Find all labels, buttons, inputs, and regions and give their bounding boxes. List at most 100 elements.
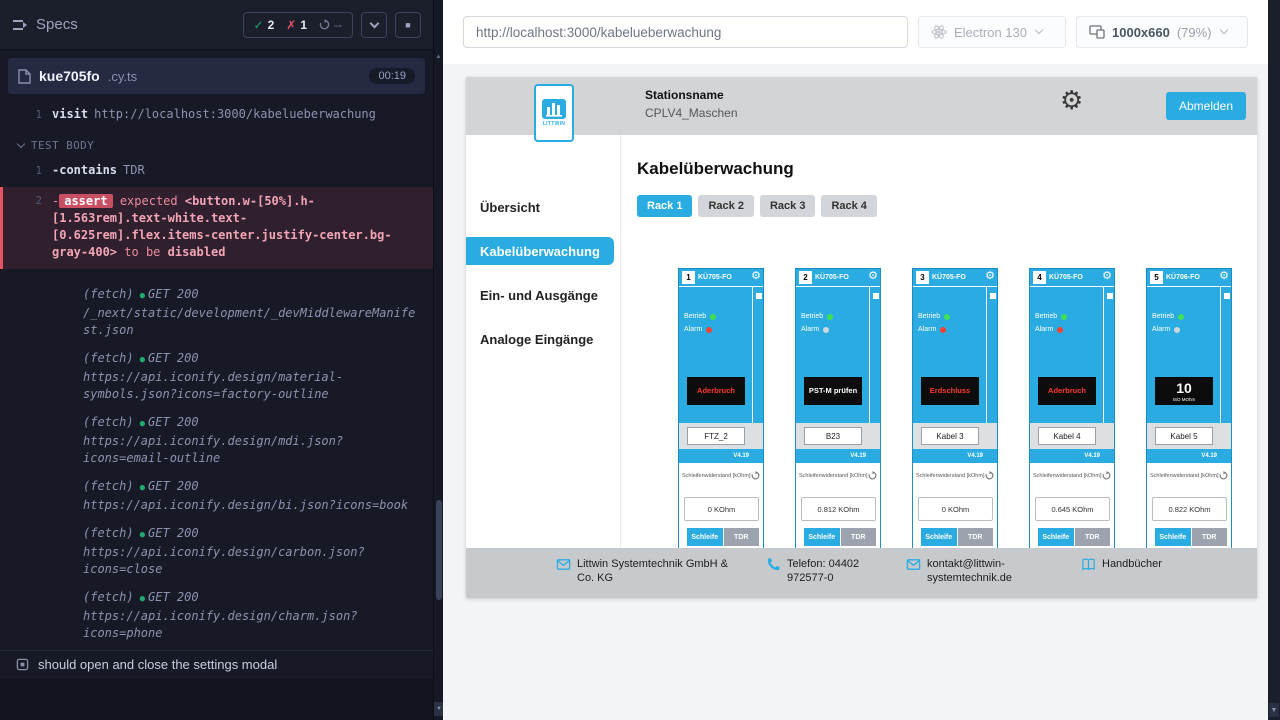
resistance-value-field[interactable]: 0.822 KOhm <box>1152 497 1227 521</box>
schleife-button[interactable]: Schleife <box>804 528 840 546</box>
device-settings-gear-icon[interactable]: ⚙ <box>1102 271 1112 282</box>
cypress-reporter-panel: Specs ✓2 ✗1 -- ■ kue705fo.cy.ts 00:19 1 … <box>0 0 433 720</box>
alarm-label: Alarm <box>801 326 819 333</box>
sidebar-item[interactable]: Übersicht <box>466 193 620 221</box>
tdr-button[interactable]: TDR <box>1075 528 1111 546</box>
rack-tab-label: Rack 4 <box>831 200 866 212</box>
rack-tab[interactable]: Rack 1 <box>637 195 692 217</box>
specs-menu-button[interactable]: Specs <box>12 16 235 33</box>
rack-tab[interactable]: Rack 4 <box>821 195 876 217</box>
device-settings-gear-icon[interactable]: ⚙ <box>1219 271 1229 282</box>
page-scrollbar[interactable]: ▼ <box>1268 0 1280 720</box>
failed-assert-row[interactable]: 2 -assert expected <button.w-[50%].h-[1.… <box>0 187 433 269</box>
logout-button[interactable]: Abmelden <box>1166 92 1246 120</box>
next-test-row[interactable]: should open and close the settings modal <box>0 650 433 678</box>
rack-tab[interactable]: Rack 3 <box>760 195 815 217</box>
card-measurement-section: Schleifenwiderstand [kOhm] 0 KOhm Schlei… <box>679 463 763 548</box>
collapse-log-button[interactable] <box>361 12 387 38</box>
scrollbar-thumb[interactable] <box>436 500 442 600</box>
settings-gear-icon[interactable]: ⚙ <box>1060 87 1083 113</box>
spec-file-row[interactable]: kue705fo.cy.ts 00:19 <box>8 58 425 94</box>
cable-name-field[interactable]: Kabel 3 <box>921 427 979 445</box>
app-sidebar: Übersicht Kabelüberwachung Ein- und Ausg… <box>466 135 621 548</box>
spec-file-name: kue705fo <box>39 68 100 84</box>
status-display: 10 ISO MOhm <box>1155 377 1213 405</box>
tdr-button[interactable]: TDR <box>958 528 994 546</box>
specs-label: Specs <box>36 16 78 33</box>
schleife-button[interactable]: Schleife <box>1155 528 1191 546</box>
viewport-selector[interactable]: 1000x660 (79%) <box>1076 16 1248 48</box>
alarm-label: Alarm <box>1035 326 1053 333</box>
tdr-button[interactable]: TDR <box>1192 528 1228 546</box>
stop-button[interactable]: ■ <box>395 12 421 38</box>
contains-command-row[interactable]: 1 -containsTDR <box>0 158 433 183</box>
reporter-empty-area <box>0 679 433 720</box>
refresh-icon[interactable] <box>751 471 760 480</box>
device-card-header: 3 KÜ705-FO ⚙ <box>913 269 997 287</box>
refresh-icon[interactable] <box>985 471 994 480</box>
card-indicator-chip <box>1107 293 1113 299</box>
resistance-label: Schleifenwiderstand [kOhm] <box>1150 473 1218 479</box>
spec-file-icon <box>18 69 31 84</box>
refresh-icon[interactable] <box>1219 471 1228 480</box>
status-text: Erdschluss <box>928 387 972 396</box>
card-indicator-chip <box>756 293 762 299</box>
resistance-value-field[interactable]: 0 KOhm <box>684 497 759 521</box>
test-body-section[interactable]: TEST BODY <box>0 127 433 158</box>
scroll-down-arrow-icon[interactable]: ▼ <box>1269 703 1279 717</box>
betrieb-label: Betrieb <box>801 313 823 320</box>
firmware-version: V4.19 <box>733 453 749 459</box>
section-chevron-icon <box>17 140 25 148</box>
cable-name-band: Kabel 5 <box>1147 423 1231 449</box>
chevron-down-icon <box>1219 26 1227 34</box>
command-arg: http://localhost:3000/kabelueberwachung <box>94 107 376 121</box>
device-settings-gear-icon[interactable]: ⚙ <box>985 271 995 282</box>
visit-command-row[interactable]: 1 visithttp://localhost:3000/kabelueberw… <box>0 102 433 127</box>
cable-name-field[interactable]: Kabel 5 <box>1155 427 1213 445</box>
tdr-button[interactable]: TDR <box>724 528 760 546</box>
alarm-status: Alarm <box>918 326 946 333</box>
card-divider <box>986 287 987 423</box>
resistance-value-field[interactable]: 0 KOhm <box>918 497 993 521</box>
scroll-up-arrow-icon[interactable]: ▲ <box>434 54 443 60</box>
refresh-icon[interactable] <box>868 471 877 480</box>
command-number: 1 <box>26 162 42 179</box>
cable-name-field[interactable]: B23 <box>804 427 862 445</box>
schleife-button[interactable]: Schleife <box>921 528 957 546</box>
book-icon <box>1081 557 1096 572</box>
fetch-url: https://api.iconify.design/material-symb… <box>83 370 343 401</box>
assert-expected: expected <box>120 194 178 208</box>
aut-area: http://localhost:3000/kabelueberwachung … <box>443 0 1268 720</box>
refresh-icon[interactable] <box>1102 471 1111 480</box>
fetch-log-entry: (fetch)●GET 200 https://api.iconify.desi… <box>0 409 433 473</box>
schleife-button[interactable]: Schleife <box>687 528 723 546</box>
betrieb-label: Betrieb <box>1035 313 1057 320</box>
url-input[interactable]: http://localhost:3000/kabelueberwachung <box>463 16 908 48</box>
stop-icon: ■ <box>405 20 410 30</box>
assert-to-be: to be <box>124 245 160 259</box>
status-display: Aderbruch <box>687 377 745 405</box>
sidebar-item[interactable]: Analoge Eingänge <box>466 325 620 353</box>
sidebar-item[interactable]: Kabelüberwachung <box>466 237 614 265</box>
device-card-header: 1 KÜ705-FO ⚙ <box>679 269 763 287</box>
card-divider <box>869 287 870 423</box>
reporter-scrollbar[interactable]: ▲ ▼ <box>433 0 443 720</box>
browser-selector[interactable]: Electron 130 <box>918 16 1066 48</box>
cable-name-field[interactable]: Kabel 4 <box>1038 427 1096 445</box>
green-dot-icon: ● <box>140 291 145 301</box>
device-number-badge: 1 <box>682 271 695 284</box>
schleife-button[interactable]: Schleife <box>1038 528 1074 546</box>
email-icon <box>556 557 571 572</box>
firmware-version: V4.19 <box>1084 453 1100 459</box>
sidebar-item[interactable]: Ein- und Ausgänge <box>466 281 620 309</box>
tdr-button[interactable]: TDR <box>841 528 877 546</box>
device-settings-gear-icon[interactable]: ⚙ <box>751 271 761 282</box>
app-iframe: LITTWIN Stationsname CPLV4_Maschen ⚙ Abm… <box>466 77 1257 598</box>
station-label: Stationsname <box>645 88 738 102</box>
device-settings-gear-icon[interactable]: ⚙ <box>868 271 878 282</box>
resistance-value-field[interactable]: 0.812 KOhm <box>801 497 876 521</box>
resistance-value-field[interactable]: 0.645 KOhm <box>1035 497 1110 521</box>
rack-tab[interactable]: Rack 2 <box>698 195 753 217</box>
cable-name-field[interactable]: FTZ_2 <box>687 427 745 445</box>
electron-icon <box>931 24 947 40</box>
